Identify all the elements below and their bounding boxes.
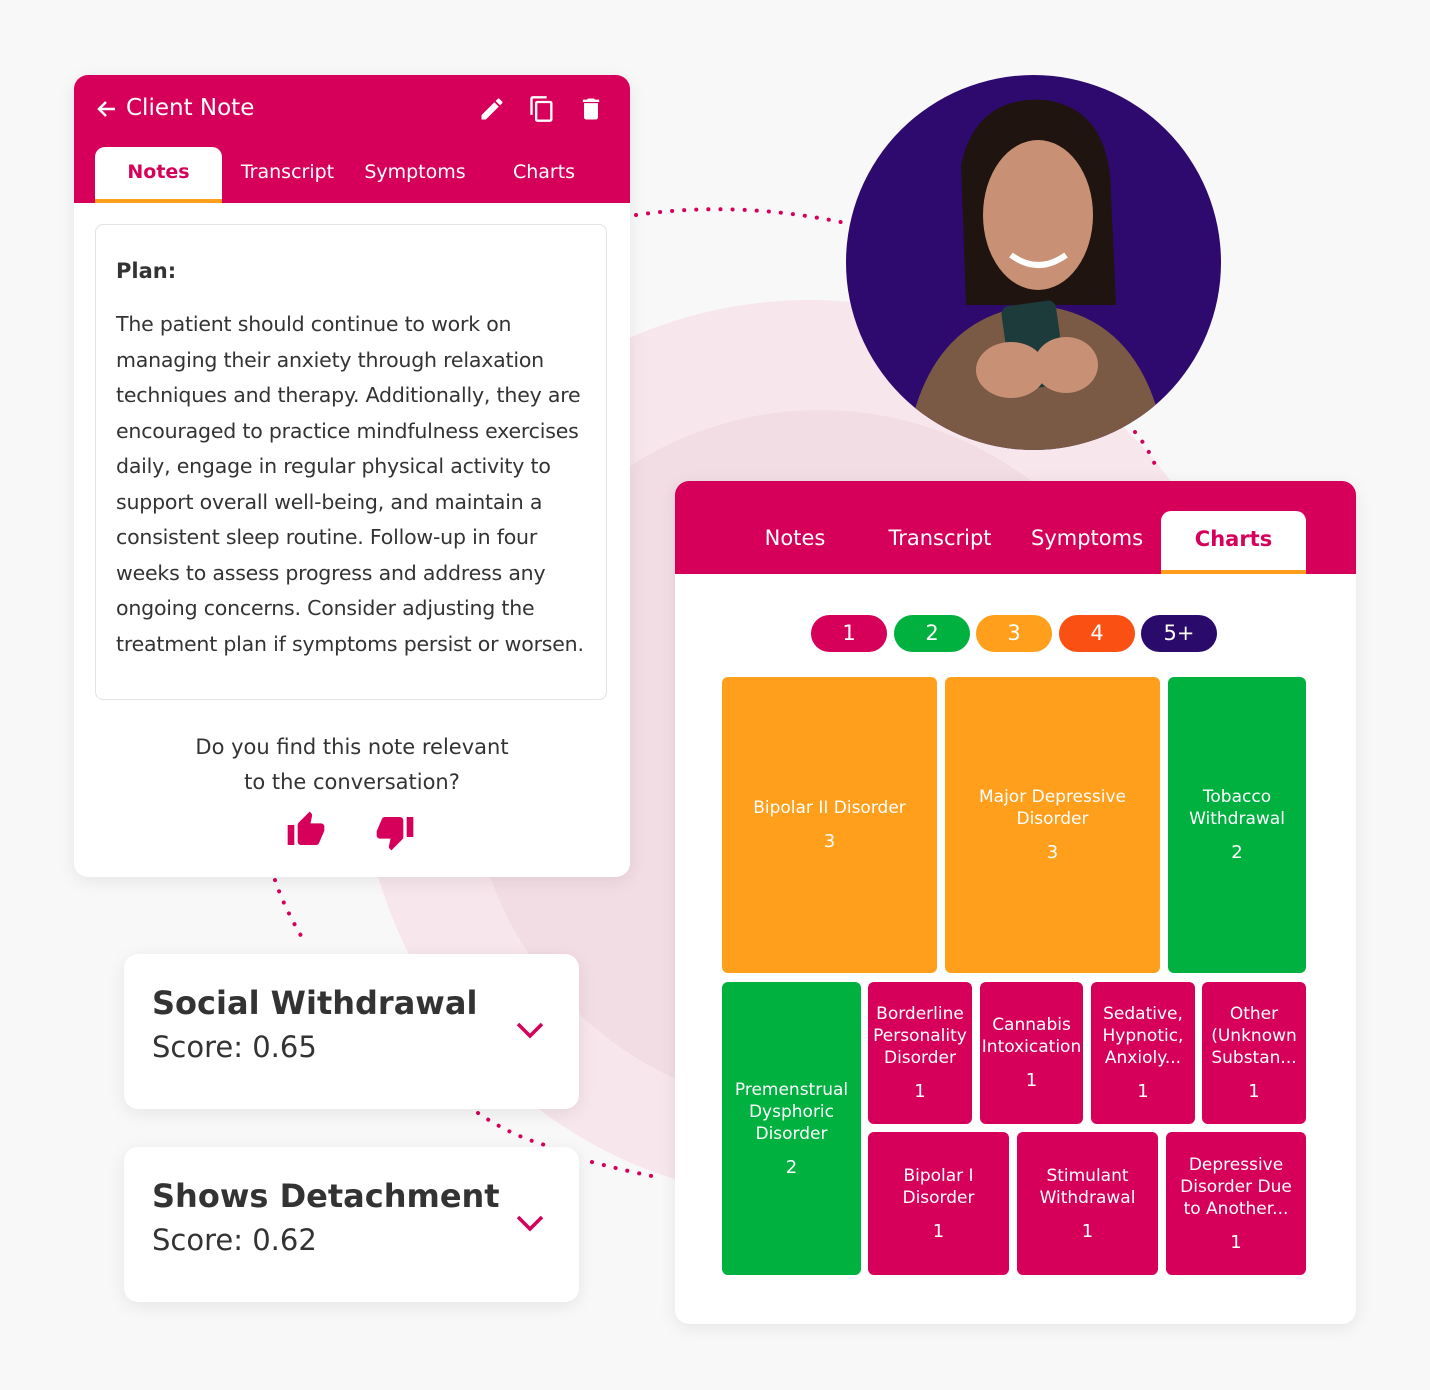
note-content: Plan: The patient should continue to wor… xyxy=(95,224,607,700)
thumbs-down-icon[interactable] xyxy=(374,812,416,852)
symptom-card[interactable]: Social Withdrawal Score: 0.65 xyxy=(124,954,579,1109)
legend-pill-1: 1 xyxy=(811,615,887,652)
note-heading: Plan: xyxy=(116,259,177,283)
symptom-title: Social Withdrawal xyxy=(152,984,478,1022)
trash-icon[interactable] xyxy=(577,94,605,124)
symptom-card[interactable]: Shows Detachment Score: 0.62 xyxy=(124,1147,579,1302)
tile-label: Premenstrual Dysphoric Disorder xyxy=(734,1079,849,1144)
client-note-card: Client Note Notes Transcript Symptoms Ch… xyxy=(74,75,630,877)
tile-value: 1 xyxy=(1248,1081,1260,1102)
treemap-tile[interactable]: Bipolar II Disorder 3 xyxy=(722,677,937,973)
tile-label: Tobacco Withdrawal xyxy=(1189,787,1285,829)
tab-transcript[interactable]: Transcript xyxy=(234,147,341,197)
question-line: to the conversation? xyxy=(244,770,460,794)
treemap-tile[interactable]: Cannabis Intoxication 1 xyxy=(980,982,1083,1124)
tile-label: Cannabis Intoxication xyxy=(981,1015,1082,1057)
tile-value: 3 xyxy=(823,831,836,852)
tab-symptoms[interactable]: Symptoms xyxy=(1027,513,1147,563)
legend-pill-4: 4 xyxy=(1059,615,1135,652)
tab-symptoms[interactable]: Symptoms xyxy=(359,147,471,197)
thumbs-up-icon[interactable] xyxy=(285,810,327,850)
tile-label: Major Depressive Disorder xyxy=(979,787,1126,829)
chevron-down-icon[interactable] xyxy=(515,1213,545,1233)
legend-pill-2: 2 xyxy=(894,615,970,652)
tab-charts[interactable]: Charts xyxy=(1161,511,1306,574)
tile-value: 1 xyxy=(1230,1231,1242,1253)
tile-label: Other (Unknown Substan... xyxy=(1211,1004,1297,1068)
tile-label: Depressive Disorder Due to Another... xyxy=(1180,1154,1292,1219)
chevron-down-icon[interactable] xyxy=(515,1020,545,1040)
treemap-tile[interactable]: Sedative, Hypnotic, Anxioly... 1 xyxy=(1091,982,1195,1124)
treemap-tile[interactable]: Major Depressive Disorder 3 xyxy=(945,677,1160,973)
legend-pill-3: 3 xyxy=(976,615,1052,652)
treemap-tile[interactable]: Borderline Personality Disorder 1 xyxy=(868,982,972,1124)
tile-label: Sedative, Hypnotic, Anxioly... xyxy=(1102,1004,1184,1068)
note-title: Client Note xyxy=(126,95,255,121)
tile-value: 1 xyxy=(1081,1220,1094,1242)
tab-notes[interactable]: Notes xyxy=(745,513,845,563)
treemap-tile[interactable]: Other (Unknown Substan... 1 xyxy=(1202,982,1306,1124)
symptom-score: Score: 0.65 xyxy=(152,1030,317,1064)
tile-value: 2 xyxy=(785,1156,798,1178)
note-body: The patient should continue to work on m… xyxy=(116,312,584,656)
treemap-tile[interactable]: Depressive Disorder Due to Another... 1 xyxy=(1166,1132,1306,1275)
tab-notes[interactable]: Notes xyxy=(95,147,222,203)
tile-value: 1 xyxy=(932,1220,945,1242)
question-line: Do you find this note relevant xyxy=(195,735,509,759)
treemap-tile[interactable]: Tobacco Withdrawal 2 xyxy=(1168,677,1306,973)
tile-value: 1 xyxy=(914,1081,926,1102)
relevance-question: Do you find this note relevant to the co… xyxy=(74,730,630,800)
client-photo xyxy=(846,75,1221,450)
arrow-left-icon[interactable] xyxy=(95,97,119,121)
treemap-tile[interactable]: Bipolar I Disorder 1 xyxy=(868,1132,1009,1275)
copy-icon[interactable] xyxy=(528,94,556,124)
tab-transcript[interactable]: Transcript xyxy=(885,513,995,563)
treemap-tile[interactable]: Premenstrual Dysphoric Disorder 2 xyxy=(722,982,861,1275)
symptom-title: Shows Detachment xyxy=(152,1177,500,1215)
tile-value: 1 xyxy=(1025,1070,1038,1091)
tile-value: 2 xyxy=(1231,842,1243,863)
tile-value: 3 xyxy=(1046,842,1059,863)
pencil-icon[interactable] xyxy=(478,95,506,123)
legend-pill-5plus: 5+ xyxy=(1141,615,1217,652)
tile-label: Bipolar I Disorder xyxy=(902,1165,975,1208)
tile-label: Stimulant Withdrawal xyxy=(1039,1165,1136,1208)
treemap-tile[interactable]: Stimulant Withdrawal 1 xyxy=(1017,1132,1158,1275)
tile-value: 1 xyxy=(1137,1081,1149,1102)
symptom-score: Score: 0.62 xyxy=(152,1223,317,1257)
tab-charts[interactable]: Charts xyxy=(494,147,594,197)
tile-label: Borderline Personality Disorder xyxy=(873,1004,967,1068)
tile-label: Bipolar II Disorder xyxy=(753,798,906,818)
